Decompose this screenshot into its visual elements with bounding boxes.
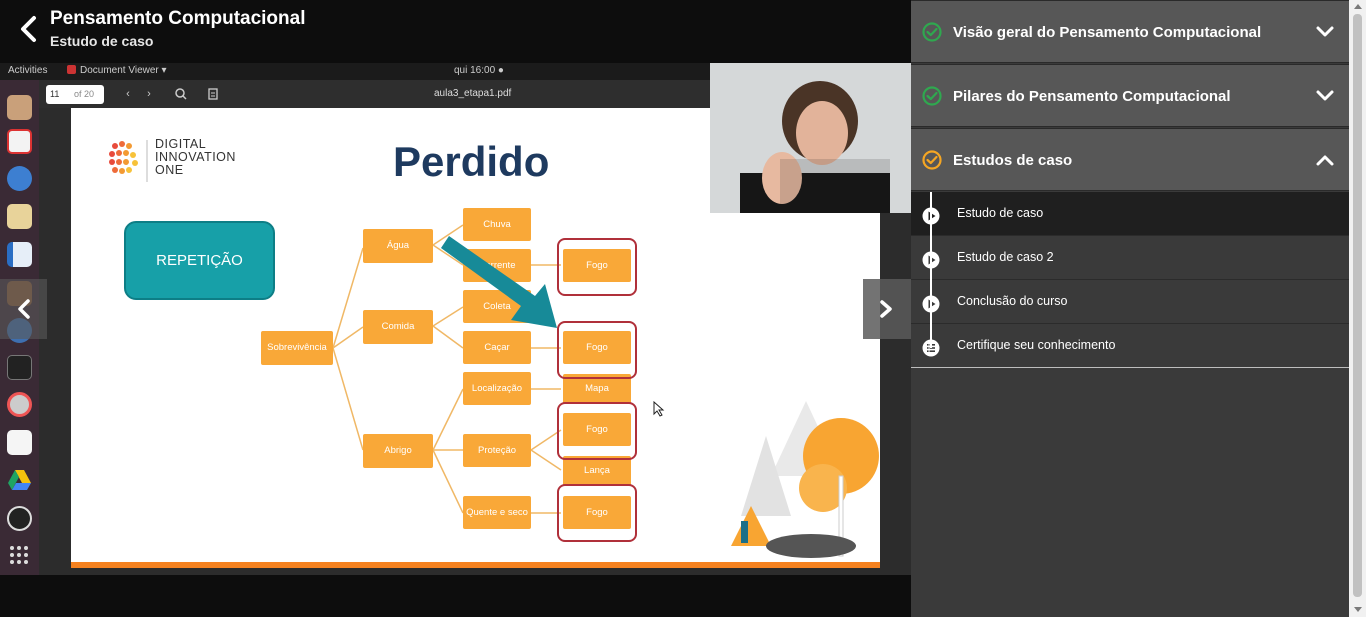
chevron-down-icon: [1316, 90, 1334, 101]
mouse-cursor-icon: [653, 401, 665, 417]
instructor-webcam: [710, 63, 911, 213]
document-viewer-icon: [67, 65, 76, 74]
section-title: Pilares do Pensamento Computacional: [953, 88, 1231, 105]
writer-icon: [7, 242, 32, 267]
lesson-subtitle: Estudo de caso: [50, 33, 154, 49]
obs-icon: [7, 506, 32, 531]
clipboard-icon: [208, 88, 218, 100]
node-comida: Comida: [363, 310, 433, 344]
course-sidebar: Visão geral do Pensamento Computacional …: [911, 0, 1349, 617]
video-player[interactable]: Activities Document Viewer ▾ qui 16:00 ●: [0, 63, 911, 575]
check-circle-icon: [922, 22, 942, 42]
highlight-frame: [557, 238, 637, 296]
node-lanca: Lança: [563, 456, 631, 486]
scroll-up-icon[interactable]: [1354, 4, 1362, 9]
chevron-left-icon: [18, 299, 30, 319]
node-quente-seco: Quente e seco: [463, 496, 531, 529]
files-icon: [7, 95, 32, 120]
page-count: of 20: [74, 89, 95, 99]
evince-icon: [7, 129, 32, 154]
section-estudos-de-caso[interactable]: Estudos de caso: [911, 128, 1349, 191]
chevron-down-icon: [1316, 26, 1334, 37]
page-number: 11: [50, 89, 60, 99]
lesson-label: Conclusão do curso: [957, 294, 1068, 308]
thunderbird-icon: [7, 166, 32, 191]
check-circle-icon: [922, 150, 942, 170]
chevron-up-icon: [1316, 155, 1334, 166]
node-sobrevivencia: Sobrevivência: [261, 331, 333, 365]
app-menu: Document Viewer ▾: [67, 65, 167, 76]
highlight-frame: [557, 321, 637, 379]
node-protecao: Proteção: [463, 434, 531, 467]
settings-icon: [7, 392, 32, 417]
video-controls-strip: [0, 575, 911, 617]
course-title: Pensamento Computacional: [50, 8, 306, 29]
rhythmbox-icon: [7, 204, 32, 229]
chevron-right-icon: [880, 300, 892, 318]
node-abrigo: Abrigo: [363, 434, 433, 468]
highlight-frame: [557, 402, 637, 460]
highlight-frame: [557, 484, 637, 542]
search-icon: [175, 88, 187, 100]
section-visao-geral[interactable]: Visão geral do Pensamento Computacional: [911, 0, 1349, 63]
page-scrollbar[interactable]: [1349, 0, 1366, 617]
node-localizacao: Localização: [463, 372, 531, 405]
lesson-list: Estudo de caso Estudo de caso 2 Conclusã…: [911, 192, 1349, 368]
previous-lesson-button[interactable]: [0, 279, 47, 339]
document-filename: aula3_etapa1.pdf: [434, 88, 512, 99]
check-circle-icon: [922, 86, 942, 106]
lesson-item[interactable]: Conclusão do curso: [911, 280, 1349, 324]
app-menu-label: Document Viewer ▾: [80, 65, 167, 76]
forest-illustration-icon: [731, 401, 879, 558]
section-title: Estudos de caso: [953, 152, 1073, 169]
lesson-item[interactable]: Estudo de caso: [911, 192, 1349, 236]
text-editor-icon: [7, 430, 32, 455]
node-cacar: Caçar: [463, 331, 531, 364]
teal-arrow-icon: [441, 236, 557, 328]
google-drive-icon: [8, 470, 31, 490]
lesson-timeline: [930, 192, 932, 348]
node-agua: Água: [363, 229, 433, 263]
lesson-item[interactable]: Certifique seu conhecimento: [911, 324, 1349, 368]
slide-footer-bar: [71, 562, 880, 568]
prev-page-icon: ‹: [126, 88, 130, 100]
scrollbar-thumb[interactable]: [1353, 14, 1362, 597]
lesson-label: Estudo de caso: [957, 206, 1044, 220]
lesson-label: Certifique seu conhecimento: [957, 338, 1116, 352]
lesson-item[interactable]: Estudo de caso 2: [911, 236, 1349, 280]
next-page-icon: ›: [147, 88, 151, 100]
next-lesson-button[interactable]: [863, 279, 911, 339]
clock: qui 16:00 ●: [454, 65, 504, 76]
section-title: Visão geral do Pensamento Computacional: [953, 24, 1262, 41]
course-header: Pensamento Computacional Estudo de caso: [0, 0, 911, 63]
back-arrow-icon[interactable]: [14, 14, 44, 44]
instructor-avatar-icon: [710, 63, 911, 213]
scroll-down-icon[interactable]: [1354, 607, 1362, 612]
terminal-icon: [7, 355, 32, 380]
lesson-label: Estudo de caso 2: [957, 250, 1054, 264]
page-number-field: 11 of 20: [46, 85, 104, 104]
section-pilares[interactable]: Pilares do Pensamento Computacional: [911, 64, 1349, 127]
show-apps-icon: [10, 546, 29, 565]
activities-label: Activities: [8, 65, 48, 76]
